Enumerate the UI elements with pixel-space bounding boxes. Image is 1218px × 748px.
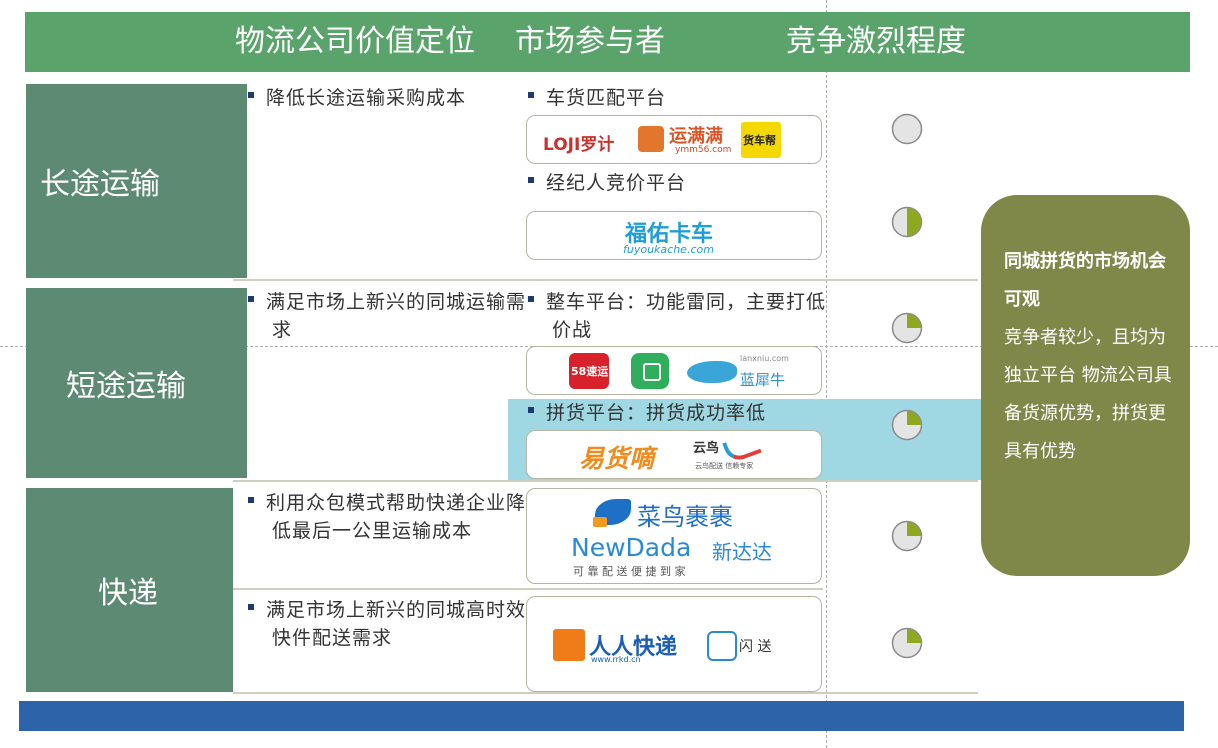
logo-box-full-truckload: 58速运 lanxniu.com 蓝犀牛 xyxy=(526,346,822,395)
participant-cargo-matching: 车货匹配平台 xyxy=(528,84,818,112)
logo-yunmanman-url: ymm56.com xyxy=(675,145,732,155)
value-prop-long: 降低长途运输采购成本 xyxy=(248,84,510,112)
truck-icon xyxy=(643,363,661,381)
value-prop-express-2-text: 满足市场上新兴的同城高时效快件配送需求 xyxy=(266,599,527,649)
logo-box-crowdsourcing: 菜鸟裹裹 NewDada 新达达 可 靠 配 送 便 捷 到 家 xyxy=(526,488,822,584)
row-separator xyxy=(233,480,978,482)
logo-lanxiniu: 蓝犀牛 xyxy=(740,371,786,389)
value-prop-short: 满足市场上新兴的同城运输需求 xyxy=(248,288,534,344)
value-prop-express-2: 满足市场上新兴的同城高时效快件配送需求 xyxy=(248,596,534,652)
header-competition-level: 竞争激烈程度 xyxy=(786,24,966,59)
gauge-fill xyxy=(907,629,921,643)
gauge-broker-bidding xyxy=(891,206,923,238)
logo-shansong: 闪 送 xyxy=(739,639,772,655)
gauge-fill xyxy=(907,411,921,425)
row-label-short-haul-text: 短途运输 xyxy=(66,369,186,404)
logo-box-consolidation: 易货嘀 云鸟 云鸟配送 信赖专家 xyxy=(526,430,822,479)
logo-huochebang: 货车帮 xyxy=(743,134,776,147)
insight-callout-body: 竞争者较少，且均为独立平台 物流公司具备货源优势，拼货更具有优势 xyxy=(1004,327,1172,462)
participant-full-truckload-text: 整车平台：功能雷同，主要打低价战 xyxy=(546,291,827,341)
logo-lanxiniu-url: lanxniu.com xyxy=(740,354,789,363)
gauge-fill xyxy=(907,522,921,536)
vertical-guide-line xyxy=(826,0,827,748)
row-label-short-haul: 短途运输 xyxy=(26,288,247,478)
participant-full-truckload: 整车平台：功能雷同，主要打低价战 xyxy=(528,288,842,344)
value-prop-short-text: 满足市场上新兴的同城运输需求 xyxy=(266,291,527,341)
gauge-fill xyxy=(907,314,921,328)
row-separator xyxy=(233,279,978,281)
participant-consolidation: 拼货平台：拼货成功率低 xyxy=(528,399,818,427)
truck-icon xyxy=(638,126,664,152)
logo-cainiao: 菜鸟裹裹 xyxy=(637,503,733,531)
gauge-full-truckload xyxy=(891,312,923,344)
logo-box-express-delivery: 人人快递 www.rrkd.cn 闪 送 xyxy=(526,596,822,692)
row-label-long-haul-text: 长途运输 xyxy=(40,167,160,202)
header-market-participants: 市场参与者 xyxy=(515,24,665,59)
bird-icon xyxy=(722,431,762,465)
participant-cargo-matching-text: 车货匹配平台 xyxy=(546,87,667,109)
logo-loji: LOJI罗计 xyxy=(543,135,615,155)
gauge-consolidation xyxy=(891,409,923,441)
row-label-long-haul: 长途运输 xyxy=(26,84,247,278)
value-prop-express-1: 利用众包模式帮助快递企业降低最后一公里运输成本 xyxy=(248,489,534,545)
gauge-express-delivery xyxy=(891,627,923,659)
logo-newdada: NewDada xyxy=(571,533,692,562)
cainiao-box-icon xyxy=(593,517,607,527)
participant-broker-bidding: 经纪人竞价平台 xyxy=(528,169,818,197)
logo-58: 58速运 xyxy=(571,365,609,378)
logo-fuyou-url: fuyoukache.com xyxy=(623,243,714,256)
row-separator xyxy=(233,692,978,694)
gauge-crowdsourcing xyxy=(891,520,923,552)
gauge-fill xyxy=(907,208,921,236)
row-separator xyxy=(233,588,823,590)
participant-consolidation-text: 拼货平台：拼货成功率低 xyxy=(546,402,767,424)
row-label-express: 快递 xyxy=(26,488,233,692)
participant-broker-bidding-text: 经纪人竞价平台 xyxy=(546,172,687,194)
logo-box-broker-bidding: 福佑卡车 fuyoukache.com xyxy=(526,211,822,260)
logo-box-cargo-matching: LOJI罗计 运满满 ymm56.com 货车帮 xyxy=(526,115,822,164)
logo-yunniao-slogan: 云鸟配送 信赖专家 xyxy=(695,462,754,470)
logo-newdada-cn: 新达达 xyxy=(712,540,772,564)
shansong-icon xyxy=(707,631,737,661)
value-prop-express-1-text: 利用众包模式帮助快递企业降低最后一公里运输成本 xyxy=(266,492,527,542)
gauge-background xyxy=(891,113,923,145)
gauge-cargo-matching xyxy=(891,113,923,145)
footer-bar xyxy=(19,701,1184,731)
renren-icon xyxy=(553,629,585,661)
logo-yihuodi: 易货嘀 xyxy=(579,444,655,473)
value-prop-long-text: 降低长途运输采购成本 xyxy=(266,87,467,109)
rhino-icon xyxy=(687,361,737,383)
row-label-express-text: 快递 xyxy=(98,576,158,611)
logo-newdada-slogan: 可 靠 配 送 便 捷 到 家 xyxy=(573,565,686,578)
logo-renren-url: www.rrkd.cn xyxy=(591,655,641,664)
logo-yunniao: 云鸟 xyxy=(693,441,720,456)
header-value-position: 物流公司价值定位 xyxy=(235,24,475,59)
insight-callout-title: 同城拼货的市场机会可观 xyxy=(1004,251,1166,310)
